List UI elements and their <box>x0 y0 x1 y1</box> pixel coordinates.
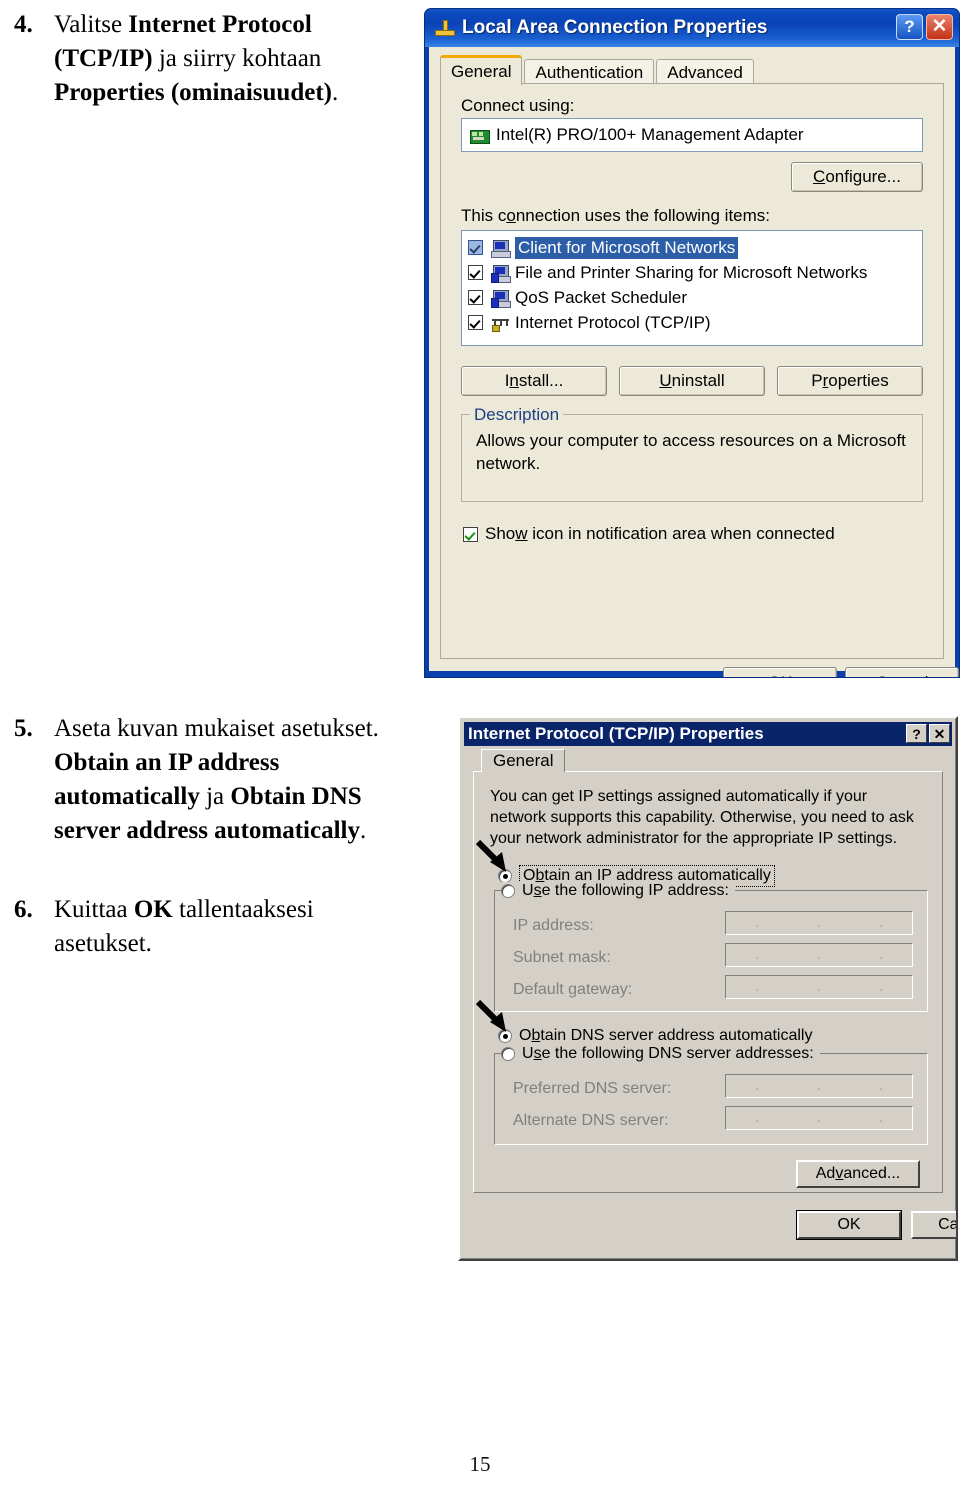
file-print-sharing-icon <box>491 264 511 283</box>
show-icon-label: Show icon in notification area when conn… <box>485 524 835 543</box>
titlebar-buttons: ? ✕ <box>896 14 953 40</box>
items-label: This connection uses the following items… <box>461 206 771 225</box>
adapter-field[interactable]: Intel(R) PRO/100+ Management Adapter <box>461 118 923 152</box>
window-title: Local Area Connection Properties <box>462 17 768 38</box>
close-icon[interactable]: ✕ <box>926 14 953 40</box>
connect-using-label: Connect using: <box>461 96 575 115</box>
tab-general[interactable]: General <box>481 749 566 772</box>
instruction-step-4: 4. Valitse Internet Protocol (TCP/IP) ja… <box>14 8 414 118</box>
instruction-step-6: 6. Kuittaa OK tallentaaksesi asetukset. <box>14 893 414 969</box>
tab-strip: General Authentication Advanced <box>440 55 756 85</box>
default-gateway-label: Default gateway: <box>513 981 633 998</box>
list-item[interactable]: Internet Protocol (TCP/IP) <box>462 310 922 335</box>
annotation-arrow-dns <box>476 1000 506 1032</box>
configure-button[interactable]: Configure... <box>791 162 923 192</box>
preferred-dns-label: Preferred DNS server: <box>513 1080 672 1097</box>
tab-panel-general: You can get IP settings assigned automat… <box>473 771 943 1193</box>
list-item-label: QoS Packet Scheduler <box>515 287 687 307</box>
window-title: Internet Protocol (TCP/IP) Properties <box>468 724 764 743</box>
use-following-dns-groupbox: Use the following DNS server addresses: … <box>494 1045 928 1145</box>
item-checkbox[interactable] <box>468 315 483 330</box>
local-area-connection-properties-dialog: Local Area Connection Properties ? ✕ Gen… <box>424 8 960 678</box>
adapter-name: Intel(R) PRO/100+ Management Adapter <box>496 125 804 144</box>
qos-scheduler-icon <box>491 289 511 308</box>
network-plug-icon <box>434 18 455 38</box>
uninstall-button[interactable]: Uninstall <box>619 366 765 396</box>
tab-panel-general: Connect using: Intel(R) PRO/100+ Managem… <box>440 83 944 659</box>
manual-page: 4. Valitse Internet Protocol (TCP/IP) ja… <box>0 0 960 1497</box>
obtain-dns-label: Obtain DNS server address automatically <box>519 1027 813 1044</box>
obtain-dns-radio-row[interactable]: Obtain DNS server address automatically <box>498 1027 812 1045</box>
list-item-label: Client for Microsoft Networks <box>515 236 739 259</box>
list-item-label: Internet Protocol (TCP/IP) <box>515 312 711 332</box>
show-icon-checkbox[interactable] <box>463 526 478 542</box>
tcpip-properties-dialog: Internet Protocol (TCP/IP) Properties ? … <box>458 716 958 1261</box>
preferred-dns-input[interactable]: ... <box>725 1074 913 1098</box>
cancel-button[interactable]: Cancel <box>845 667 959 677</box>
step-number: 4. <box>14 11 33 38</box>
titlebar: Internet Protocol (TCP/IP) Properties ? … <box>464 722 952 746</box>
protocol-icon <box>491 315 510 332</box>
step-text: Aseta kuvan mukaiset asetukset. Obtain a… <box>54 715 379 844</box>
step-text: Kuittaa OK tallentaaksesi asetukset. <box>54 896 314 957</box>
item-checkbox[interactable] <box>468 290 483 305</box>
dialog-inner-frame: Internet Protocol (TCP/IP) Properties ? … <box>460 718 956 1259</box>
use-ip-radio[interactable] <box>501 884 515 898</box>
dialog-body: General Authentication Advanced Connect … <box>429 47 959 677</box>
list-item[interactable]: QoS Packet Scheduler <box>462 285 922 310</box>
instruction-step-5: 5. Aseta kuvan mukaiset asetukset. Obtai… <box>14 712 414 856</box>
titlebar-buttons: ? ✕ <box>906 724 950 743</box>
titlebar: Local Area Connection Properties ? ✕ <box>425 9 959 47</box>
description-text: Allows your computer to access resources… <box>476 431 906 473</box>
cancel-button[interactable]: Cancel <box>911 1211 956 1239</box>
subnet-mask-input[interactable]: ... <box>725 943 913 967</box>
tab-advanced[interactable]: Advanced <box>656 59 754 85</box>
description-group-title: Description <box>470 405 564 425</box>
network-items-list[interactable]: Client for Microsoft Networks File and P… <box>461 230 923 346</box>
ok-button[interactable]: OK <box>797 1211 901 1239</box>
subnet-mask-label: Subnet mask: <box>513 949 611 966</box>
properties-button[interactable]: Properties <box>777 366 923 396</box>
item-checkbox[interactable] <box>468 265 483 280</box>
help-button[interactable]: ? <box>896 14 923 40</box>
use-dns-radio-row[interactable]: Use the following DNS server addresses: <box>501 1045 820 1063</box>
network-adapter-icon <box>470 128 490 144</box>
use-ip-label: Use the following IP address: <box>522 882 729 899</box>
item-checkbox[interactable] <box>468 240 483 255</box>
ip-address-input[interactable]: ... <box>725 911 913 935</box>
help-button[interactable]: ? <box>906 724 927 743</box>
tab-general[interactable]: General <box>440 55 523 85</box>
list-item[interactable]: Client for Microsoft Networks <box>462 235 922 260</box>
client-computer-icon <box>491 239 511 258</box>
show-icon-checkbox-row[interactable]: Show icon in notification area when conn… <box>463 524 835 544</box>
step-number: 5. <box>14 715 33 742</box>
description-groupbox: Description Allows your computer to acce… <box>461 405 923 502</box>
page-number: 15 <box>469 1452 491 1476</box>
use-dns-label: Use the following DNS server addresses: <box>522 1045 814 1062</box>
alternate-dns-input[interactable]: ... <box>725 1106 913 1130</box>
advanced-button[interactable]: Advanced... <box>796 1160 920 1188</box>
ip-address-label: IP address: <box>513 917 594 934</box>
install-button[interactable]: Install... <box>461 366 607 396</box>
tab-authentication[interactable]: Authentication <box>524 59 655 85</box>
use-following-ip-groupbox: Use the following IP address: IP address… <box>494 882 928 1012</box>
list-item-label: File and Printer Sharing for Microsoft N… <box>515 262 868 282</box>
step-number: 6. <box>14 896 33 923</box>
alternate-dns-label: Alternate DNS server: <box>513 1112 669 1129</box>
use-dns-radio[interactable] <box>501 1047 515 1061</box>
intro-text: You can get IP settings assigned automat… <box>490 788 914 847</box>
ok-button[interactable]: OK <box>723 667 837 677</box>
step-text: Valitse Internet Protocol (TCP/IP) ja si… <box>54 11 339 106</box>
annotation-arrow-ip <box>476 840 506 872</box>
default-gateway-input[interactable]: ... <box>725 975 913 999</box>
use-ip-radio-row[interactable]: Use the following IP address: <box>501 882 735 900</box>
close-icon[interactable]: ✕ <box>929 724 950 743</box>
list-item[interactable]: File and Printer Sharing for Microsoft N… <box>462 260 922 285</box>
